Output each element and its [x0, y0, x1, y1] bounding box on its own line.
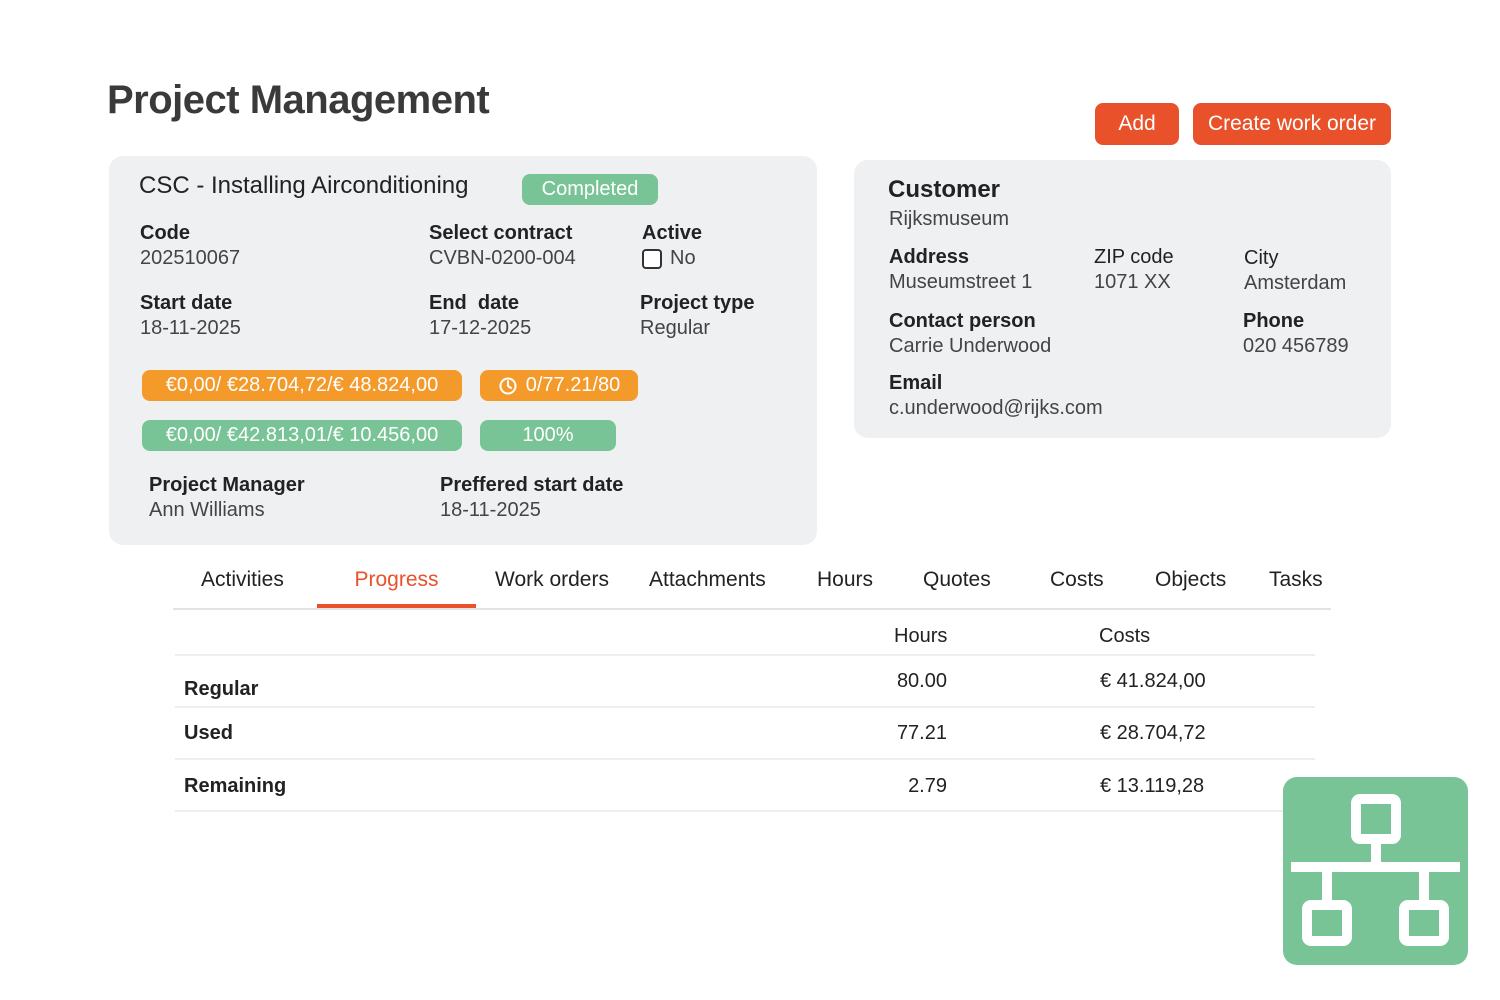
- network-hierarchy-icon: [1283, 777, 1468, 965]
- city-value: Amsterdam: [1244, 272, 1347, 294]
- tab-objects[interactable]: Objects: [1155, 568, 1226, 608]
- active-label: Active: [642, 222, 703, 244]
- add-button[interactable]: Add: [1095, 103, 1179, 145]
- tab-costs[interactable]: Costs: [1050, 568, 1104, 608]
- project-type-value: Regular: [640, 317, 711, 339]
- budget-hours-pill: 0/77.21/80: [480, 370, 638, 401]
- table-row: Used 77.21 € 28.704,72: [175, 708, 1315, 760]
- tab-bar: Activities Progress Work orders Attachme…: [173, 560, 1331, 610]
- zip-label: ZIP code: [1094, 246, 1174, 268]
- city-field: City Amsterdam: [1244, 247, 1346, 295]
- end-date-value: 17-12-2025: [429, 317, 532, 339]
- start-date-field: Start date 18-11-2025: [140, 292, 241, 340]
- email-label: Email: [889, 372, 943, 394]
- contract-field[interactable]: Select contract CVBN-0200-004: [429, 222, 576, 270]
- phone-value: 020 456789: [1243, 335, 1349, 357]
- phone-field: Phone 020 456789: [1243, 310, 1349, 358]
- code-value: 202510067: [140, 247, 241, 269]
- email-value[interactable]: c.underwood@rijks.com: [889, 397, 1103, 420]
- tab-quotes[interactable]: Quotes: [923, 568, 991, 608]
- budget-cost-pill: €0,00/ €28.704,72/€ 48.824,00: [142, 370, 462, 401]
- address-field: Address Museumstreet 1: [889, 246, 1032, 294]
- row-hours: 2.79: [908, 775, 947, 797]
- manager-field: Project Manager Ann Williams: [149, 474, 305, 522]
- code-label: Code: [140, 222, 190, 244]
- costs-header: Costs: [1099, 625, 1151, 647]
- project-type-field: Project type Regular: [640, 292, 754, 340]
- zip-value: 1071 XX: [1094, 271, 1171, 293]
- row-costs: € 41.824,00: [1100, 670, 1206, 692]
- row-costs: € 28.704,72: [1100, 722, 1206, 744]
- manager-label: Project Manager: [149, 474, 305, 496]
- row-hours: 77.21: [896, 722, 947, 744]
- start-date-label: Start date: [140, 292, 233, 314]
- project-card: CSC - Installing Airconditioning Complet…: [109, 156, 817, 545]
- row-costs: € 13.119,28: [1100, 775, 1205, 797]
- active-checkbox[interactable]: [642, 248, 662, 269]
- hours-header: Hours: [894, 625, 948, 647]
- zip-field: ZIP code 1071 XX: [1094, 246, 1174, 294]
- tab-tasks[interactable]: Tasks: [1269, 568, 1323, 608]
- row-label: Remaining: [184, 775, 287, 797]
- contract-value: CVBN-0200-004: [429, 247, 576, 269]
- tab-work-orders[interactable]: Work orders: [495, 568, 609, 608]
- clock-refresh-icon: [499, 377, 517, 394]
- phone-label: Phone: [1243, 310, 1305, 332]
- row-hours: 80.00: [896, 670, 947, 692]
- revenue-pill: €0,00/ €42.813,01/€ 10.456,00: [142, 420, 462, 451]
- end-date-field: End date 17-12-2025: [429, 292, 531, 340]
- code-field: Code 202510067: [140, 222, 240, 270]
- row-label: Regular: [184, 678, 259, 700]
- tab-hours[interactable]: Hours: [817, 568, 873, 608]
- network-hierarchy-icon-graphic: [1291, 794, 1460, 946]
- table-header: Hours Costs: [175, 612, 1315, 656]
- customer-name: Rijksmuseum: [889, 208, 1010, 230]
- active-field: Active No: [642, 222, 702, 270]
- preferred-start-value: 18-11-2025: [440, 499, 541, 521]
- project-name: CSC - Installing Airconditioning: [139, 172, 469, 199]
- project-type-label: Project type: [640, 292, 755, 314]
- preferred-start-field: Preffered start date 18-11-2025: [440, 474, 623, 522]
- contact-value: Carrie Underwood: [889, 335, 1052, 357]
- preferred-start-label: Preffered start date: [440, 474, 624, 496]
- email-field: Email c.underwood@rijks.com: [889, 372, 1103, 420]
- tab-activities[interactable]: Activities: [201, 568, 284, 608]
- start-date-value: 18-11-2025: [140, 317, 241, 339]
- contact-label: Contact person: [889, 310, 1036, 332]
- end-date-label: End date: [429, 292, 520, 314]
- customer-title: Customer: [888, 176, 1001, 203]
- customer-card: Customer Rijksmuseum Address Museumstree…: [854, 160, 1391, 438]
- manager-value: Ann Williams: [149, 499, 265, 521]
- row-label: Used: [184, 722, 233, 744]
- page-title: Project Management: [107, 78, 490, 122]
- tab-attachments[interactable]: Attachments: [649, 568, 766, 608]
- active-value: No: [670, 247, 696, 269]
- table-row: Remaining 2.79 € 13.119,28: [175, 760, 1315, 812]
- status-badge: Completed: [522, 174, 658, 205]
- create-work-order-button[interactable]: Create work order: [1193, 103, 1391, 145]
- active-toggle[interactable]: No: [642, 247, 702, 270]
- contract-label: Select contract: [429, 222, 573, 244]
- tab-progress[interactable]: Progress: [317, 568, 476, 608]
- contact-field: Contact person Carrie Underwood: [889, 310, 1051, 358]
- budget-hours-value: 0/77.21/80: [525, 374, 621, 396]
- city-label: City: [1244, 247, 1279, 269]
- table-row: Regular 80.00 € 41.824,00: [175, 656, 1315, 708]
- address-value: Museumstreet 1: [889, 271, 1033, 293]
- progress-table: Hours Costs Regular 80.00 € 41.824,00 Us…: [175, 612, 1315, 812]
- progress-pill: 100%: [480, 420, 616, 451]
- address-label: Address: [889, 246, 970, 268]
